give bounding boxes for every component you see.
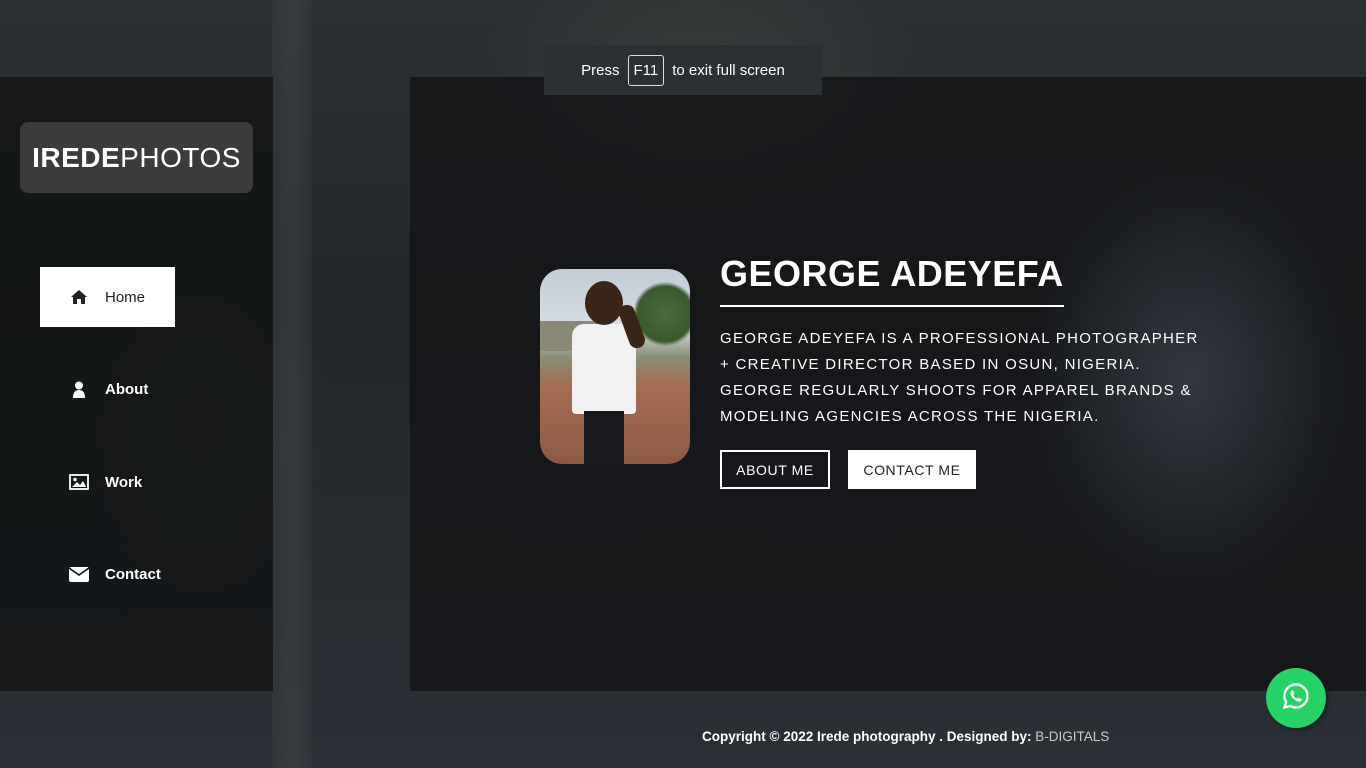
envelope-icon xyxy=(69,564,89,584)
fullscreen-notice: Press F11 to exit full screen xyxy=(544,45,822,95)
whatsapp-icon xyxy=(1281,681,1311,716)
nav-item-about[interactable]: About xyxy=(40,359,175,419)
nav-label-about: About xyxy=(105,380,149,398)
whatsapp-button[interactable] xyxy=(1266,668,1326,728)
about-me-button[interactable]: ABOUT ME xyxy=(720,450,830,489)
photo-pants xyxy=(584,411,624,464)
logo-light-text: PHOTOS xyxy=(120,141,241,173)
sidebar: IREDE PHOTOS Home About Work Contact xyxy=(0,77,273,691)
footer-designer-link[interactable]: B-DIGITALS xyxy=(1035,729,1109,744)
logo-bold-text: IREDE xyxy=(32,141,121,173)
photographer-bio: GEORGE ADEYEFA IS A PROFESSIONAL PHOTOGR… xyxy=(720,330,1199,425)
nav-item-contact[interactable]: Contact xyxy=(40,544,175,604)
photographer-name: GEORGE ADEYEFA xyxy=(720,253,1064,307)
nav-item-work[interactable]: Work xyxy=(40,452,175,512)
nav-label-work: Work xyxy=(105,473,143,491)
site-logo[interactable]: IREDE PHOTOS xyxy=(20,122,253,193)
photo-shirt xyxy=(572,324,636,414)
photo-head xyxy=(585,281,623,325)
fullscreen-notice-suffix: to exit full screen xyxy=(672,61,785,79)
background-post xyxy=(272,0,312,768)
footer-copyright: Copyright © 2022 Irede photography . Des… xyxy=(702,729,1032,744)
image-icon xyxy=(69,472,89,492)
profile-photo xyxy=(540,269,690,464)
nav-item-home[interactable]: Home xyxy=(40,267,175,327)
nav-label-home: Home xyxy=(105,288,146,306)
nav-label-contact: Contact xyxy=(105,565,161,583)
contact-me-button[interactable]: CONTACT ME xyxy=(848,450,976,489)
fullscreen-notice-prefix: Press xyxy=(581,61,620,79)
fullscreen-key: F11 xyxy=(627,54,665,86)
user-icon xyxy=(69,379,89,399)
home-icon xyxy=(69,287,89,307)
footer: Copyright © 2022 Irede photography . Des… xyxy=(702,729,1109,744)
